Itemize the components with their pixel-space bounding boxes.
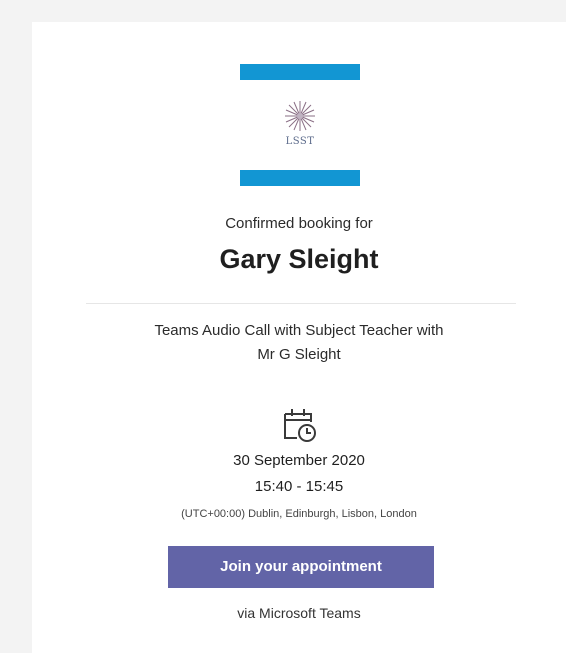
appointment-timezone: (UTC+00:00) Dublin, Edinburgh, Lisbon, L… [181, 508, 417, 520]
appointment-time: 15:40 - 15:45 [254, 478, 344, 495]
booking-card: LSST Confirmed booking for Gary Sleight … [32, 22, 566, 653]
customer-name: Gary Sleight [219, 244, 379, 274]
divider [86, 303, 516, 304]
logo-text: LSST [285, 136, 315, 147]
calendar-clock-icon [284, 409, 316, 442]
join-appointment-button[interactable]: Join your appointment [168, 546, 434, 588]
service-description: Teams Audio Call with Subject Teacher wi… [32, 319, 566, 367]
logo-top-bar [240, 64, 360, 80]
lsst-logo: LSST [240, 64, 360, 186]
logo-bottom-bar [240, 170, 360, 186]
star-burst-icon [285, 101, 315, 131]
confirmed-label: Confirmed booking for [225, 215, 373, 232]
description-line-1: Teams Audio Call with Subject Teacher wi… [154, 322, 444, 339]
via-teams-label: via Microsoft Teams [237, 605, 361, 621]
description-line-2: Mr G Sleight [257, 346, 341, 363]
appointment-date: 30 September 2020 [233, 452, 365, 469]
